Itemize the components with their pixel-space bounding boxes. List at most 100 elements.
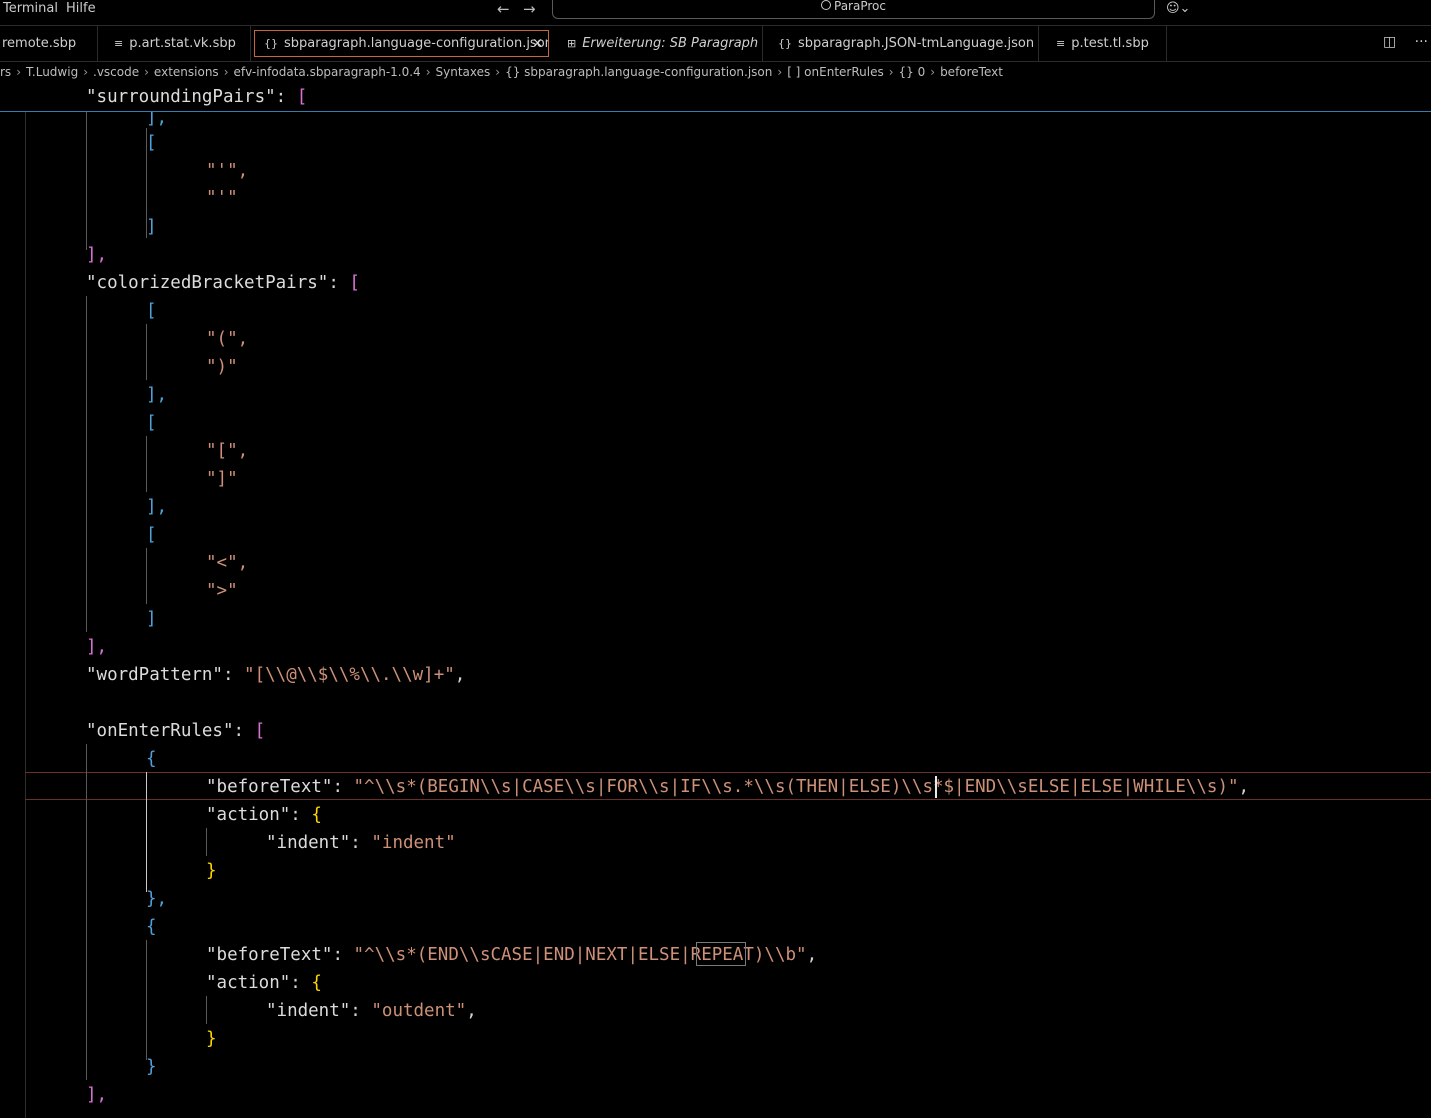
breadcrumb-item[interactable]: Syntaxes: [436, 65, 491, 79]
code-line: "surroundingPairs": [: [86, 87, 308, 107]
code-line: {: [146, 917, 157, 937]
list-icon: ≡: [114, 37, 124, 50]
breadcrumb-item[interactable]: {} sbparagraph.language-configuration.js…: [505, 65, 772, 79]
title-bar: Terminal Hilfe ← → ParaProc ☺⌄: [0, 0, 1431, 24]
code-line: [: [146, 301, 157, 321]
code-line: "action": {: [206, 805, 322, 825]
copilot-icon[interactable]: ☺⌄: [1166, 1, 1190, 16]
back-arrow-icon[interactable]: ←: [497, 0, 510, 18]
code-line: ],: [86, 1085, 108, 1105]
code-line: ">": [206, 581, 238, 601]
tab-language-configuration[interactable]: {} sbparagraph.language-configuration.jso…: [254, 30, 549, 57]
tab-label: sbparagraph.language-configuration.json: [284, 36, 549, 51]
indent-guide: [146, 324, 147, 380]
code-line: "'": [206, 188, 238, 208]
chevron-right-icon: ›: [888, 65, 894, 79]
extension-icon: ⊞: [567, 37, 577, 50]
code-line: ],: [146, 385, 168, 405]
indent-guide: [146, 940, 147, 1060]
gutter-divider: [25, 112, 26, 1118]
indent-guide: [86, 112, 87, 250]
code-line: },: [146, 889, 168, 909]
chevron-right-icon: ›: [425, 65, 431, 79]
indent-guide-active: [146, 772, 147, 892]
code-line: "[",: [206, 441, 249, 461]
code-line: ],: [86, 245, 108, 265]
chevron-right-icon: ›: [777, 65, 783, 79]
list-icon: ≡: [1056, 37, 1066, 50]
breadcrumb-item[interactable]: .vscode: [93, 65, 139, 79]
tab-p-art-stat[interactable]: ≡ p.art.stat.vk.sbp: [98, 26, 251, 61]
chevron-right-icon: ›: [223, 65, 229, 79]
code-line: "indent": "outdent",: [266, 1001, 477, 1021]
menu-help[interactable]: Hilfe: [66, 1, 96, 16]
breadcrumb-item[interactable]: T.Ludwig: [26, 65, 78, 79]
breadcrumb-item[interactable]: {} 0: [899, 65, 926, 79]
tab-extension-sb-paragraph[interactable]: ⊞ Erweiterung: SB Paragraph: [552, 26, 763, 61]
more-actions-icon[interactable]: ···: [1415, 34, 1428, 50]
indent-guide: [146, 548, 147, 604]
code-line: "action": {: [206, 973, 322, 993]
code-editor[interactable]: "surroundingPairs": [ ], [ "'", "'" ] ],…: [0, 84, 1431, 1118]
json-key: "surroundingPairs": [86, 87, 276, 107]
chevron-right-icon: ›: [495, 65, 501, 79]
json-braces-icon: {}: [778, 37, 792, 50]
close-icon[interactable]: ×: [532, 31, 543, 56]
code-line: "colorizedBracketPairs": [: [86, 273, 360, 293]
code-line: "wordPattern": "[\\@\\$\\%\\.\\w]+",: [86, 665, 466, 685]
code-line: }: [146, 1057, 157, 1077]
breadcrumb-item[interactable]: extensions: [154, 65, 219, 79]
code-line: "<",: [206, 553, 249, 573]
tab-remote[interactable]: remote.sbp: [0, 26, 98, 61]
command-center[interactable]: ParaProc: [552, 0, 1155, 19]
tab-p-test-tl[interactable]: ≡ p.test.tl.sbp: [1039, 26, 1167, 61]
word-highlight: [696, 942, 746, 966]
code-line: ]: [146, 609, 157, 629]
json-braces-icon: {}: [264, 37, 278, 50]
tab-label: p.test.tl.sbp: [1071, 36, 1149, 51]
code-line: "(",: [206, 329, 249, 349]
breadcrumb-item[interactable]: [ ] onEnterRules: [787, 65, 884, 79]
text-cursor: [935, 776, 937, 798]
command-center-label: ParaProc: [834, 0, 886, 13]
code-line: {: [146, 749, 157, 769]
tab-label: sbparagraph.JSON-tmLanguage.json: [798, 36, 1035, 51]
chevron-right-icon: ›: [144, 65, 149, 79]
code-line: ],: [86, 637, 108, 657]
search-icon: [821, 0, 831, 10]
tab-json-tmlanguage[interactable]: {} sbparagraph.JSON-tmLanguage.json: [763, 26, 1039, 61]
code-line: [: [146, 133, 157, 153]
code-line: ]: [146, 217, 157, 237]
indent-guide: [206, 828, 207, 856]
breadcrumb-item[interactable]: efv-infodata.sbparagraph-1.0.4: [234, 65, 421, 79]
code-line: "indent": "indent": [266, 833, 456, 853]
forward-arrow-icon[interactable]: →: [523, 0, 536, 18]
indent-guide: [146, 128, 147, 238]
code-line: [: [146, 413, 157, 433]
tab-bar: remote.sbp ≡ p.art.stat.vk.sbp {} sbparagr…: [0, 25, 1431, 62]
indent-guide: [86, 296, 87, 632]
editor-actions: ◫ ···: [1383, 34, 1431, 50]
code-line: }: [206, 861, 217, 881]
code-line: "beforeText": "^\\s*(BEGIN\\s|CASE\\s|FO…: [206, 777, 1250, 797]
code-line: ],: [146, 497, 168, 517]
code-line: [: [146, 525, 157, 545]
code-line: ")": [206, 357, 238, 377]
breadcrumb-item[interactable]: rs: [0, 65, 11, 79]
code-line: }: [206, 1029, 217, 1049]
tab-label: remote.sbp: [2, 36, 77, 51]
indent-guide: [86, 744, 87, 1080]
breadcrumb-item[interactable]: beforeText: [940, 65, 1003, 79]
chevron-right-icon: ›: [930, 65, 936, 79]
menu-terminal[interactable]: Terminal: [3, 1, 58, 16]
indent-guide: [206, 996, 207, 1024]
sticky-scroll-header[interactable]: "surroundingPairs": [: [0, 84, 1431, 112]
breadcrumb: rs › T.Ludwig › .vscode › extensions › efv-infod…: [0, 62, 1431, 82]
indent-guide: [146, 436, 147, 492]
code-line: "onEnterRules": [: [86, 721, 266, 741]
code-line: "'",: [206, 161, 249, 181]
split-editor-icon[interactable]: ◫: [1383, 34, 1396, 50]
tab-label: Erweiterung: SB Paragraph: [582, 36, 759, 51]
tab-label: p.art.stat.vk.sbp: [129, 36, 236, 51]
chevron-right-icon: ›: [83, 65, 88, 79]
